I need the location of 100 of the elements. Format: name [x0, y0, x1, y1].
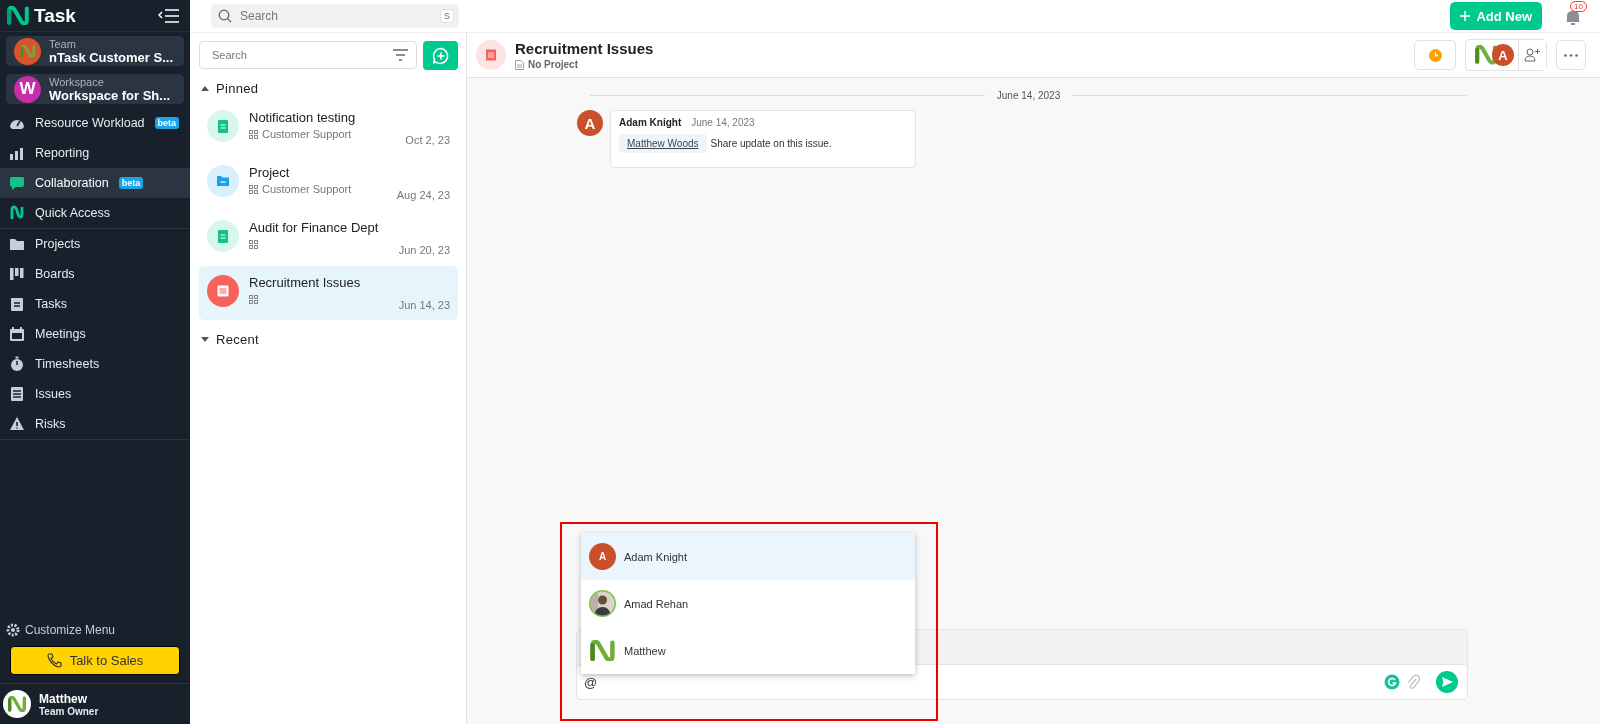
beta-badge: beta [118, 177, 144, 189]
switcher-value: Workspace for Sh... [49, 87, 171, 103]
chat-title: Project [249, 165, 291, 180]
author-avatar: A [577, 110, 603, 136]
workspace-avatar: W [14, 75, 41, 103]
project-name: No Project [528, 59, 578, 70]
user-role: Team Owner [39, 705, 99, 717]
chat-title: Notification testing [249, 110, 357, 125]
chat-list-item[interactable]: Audit for Finance Dept Jun 20, 23 [199, 211, 458, 265]
chat-title: Recruitment Issues [249, 275, 362, 290]
customize-menu-link[interactable]: Customize Menu [0, 619, 190, 641]
folder-icon [9, 236, 25, 252]
message-time: June 14, 2023 [691, 117, 755, 128]
talk-to-sales-button[interactable]: Talk to Sales [10, 646, 180, 675]
more-icon [1564, 53, 1578, 57]
send-icon [1441, 677, 1453, 687]
add-person-icon [1524, 48, 1541, 62]
nav-item[interactable]: Collaboration beta [0, 168, 190, 198]
logo-icon [7, 696, 27, 712]
task-icon [207, 220, 239, 252]
chat-list-item[interactable]: Project Customer Support Aug 24, 23 [199, 156, 458, 210]
members-group[interactable]: A [1465, 39, 1547, 71]
list-icon [9, 386, 25, 402]
project-name: Customer Support [262, 128, 352, 140]
nav-item[interactable]: Reporting [0, 138, 190, 168]
chat-list-item[interactable]: Recruitment Issues Jun 14, 23 [199, 266, 458, 320]
search-field[interactable]: Search S [211, 4, 459, 28]
nav-item[interactable]: Issues [0, 379, 190, 409]
logo-icon [19, 44, 36, 58]
nav-item[interactable]: Meetings [0, 319, 190, 349]
grid-icon [249, 129, 258, 139]
grid-icon [249, 184, 258, 194]
board-icon [9, 266, 25, 282]
user-name: Matthew [39, 691, 88, 706]
chat-title: Audit for Finance Dept [249, 220, 380, 235]
document-icon [515, 59, 524, 70]
chat-date: Oct 2, 23 [405, 134, 450, 146]
notifications-button[interactable]: 10 [1558, 1, 1588, 31]
project-icon [207, 165, 239, 197]
switcher-label: Team [49, 37, 77, 50]
nav-item[interactable]: Tasks [0, 289, 190, 319]
mention-option[interactable]: Matthew [581, 627, 915, 674]
search-input[interactable]: Search [238, 8, 434, 24]
stopwatch-icon [9, 356, 25, 372]
nav-item[interactable]: Risks [0, 409, 190, 439]
member-avatar: A [1492, 44, 1514, 66]
section-header[interactable]: Pinned [199, 75, 458, 101]
paperclip-icon[interactable] [1406, 674, 1420, 690]
chat-plus-icon [431, 46, 450, 65]
chat-title: Recruitment Issues [515, 40, 655, 57]
nav-item[interactable]: Projects [0, 229, 190, 259]
app-name: Task [34, 4, 77, 27]
section-header[interactable]: Recent [199, 326, 458, 352]
mention-tag[interactable]: Matthew Woods [619, 134, 707, 153]
collapse-menu-icon[interactable] [158, 8, 180, 23]
logo-icon [1474, 45, 1498, 65]
nav-item[interactable]: Quick Access [0, 198, 190, 228]
switcher-label: Workspace [49, 75, 105, 88]
chat-list-item[interactable]: Notification testing Customer Support Oct 2, 23 [199, 101, 458, 155]
switcher-value: nTask Customer S... [49, 49, 173, 65]
message-input[interactable]: @ [582, 673, 1378, 691]
nav-item[interactable]: Timesheets [0, 349, 190, 379]
clipboard-icon [9, 296, 25, 312]
timer-button[interactable] [1414, 40, 1456, 70]
grid-icon [249, 294, 258, 304]
mention-option[interactable]: A Adam Knight [581, 533, 915, 580]
issue-icon [476, 40, 506, 70]
plus-icon [1460, 11, 1471, 21]
new-chat-button[interactable] [423, 41, 458, 70]
chat-date: Jun 20, 23 [398, 244, 450, 256]
chat-date: Jun 14, 23 [398, 299, 450, 311]
more-button[interactable] [1556, 40, 1586, 70]
date-divider: June 14, 2023 [996, 90, 1061, 101]
mention-option[interactable]: Amad Rehan [581, 580, 915, 627]
issue-icon [207, 275, 239, 307]
caret-down-icon [201, 336, 209, 342]
logo-icon [9, 205, 25, 221]
phone-icon [46, 653, 62, 668]
chart-icon [9, 145, 25, 161]
switcher[interactable]: Team nTask Customer S... [6, 36, 184, 66]
author-name: Adam Knight [619, 117, 682, 128]
chat-date: Aug 24, 23 [396, 189, 450, 201]
task-icon [207, 110, 239, 142]
add-member-button[interactable] [1518, 40, 1546, 70]
logo-icon [589, 639, 616, 662]
logo-icon [6, 5, 30, 26]
beta-badge: beta [154, 117, 180, 129]
warning-icon [9, 416, 25, 432]
caret-up-icon [201, 85, 209, 91]
clock-icon [1428, 48, 1442, 62]
filter-icon[interactable] [393, 49, 408, 61]
grid-icon [249, 239, 258, 249]
nav-item[interactable]: Resource Workload beta [0, 108, 190, 138]
settings-icon [6, 623, 20, 637]
project-name: Customer Support [262, 183, 352, 195]
calendar-icon [9, 326, 25, 342]
send-button[interactable] [1436, 671, 1458, 693]
chat-search-field[interactable]: Search [199, 41, 417, 69]
nav-item[interactable]: Boards [0, 259, 190, 289]
switcher[interactable]: W Workspace Workspace for Sh... [6, 74, 184, 104]
